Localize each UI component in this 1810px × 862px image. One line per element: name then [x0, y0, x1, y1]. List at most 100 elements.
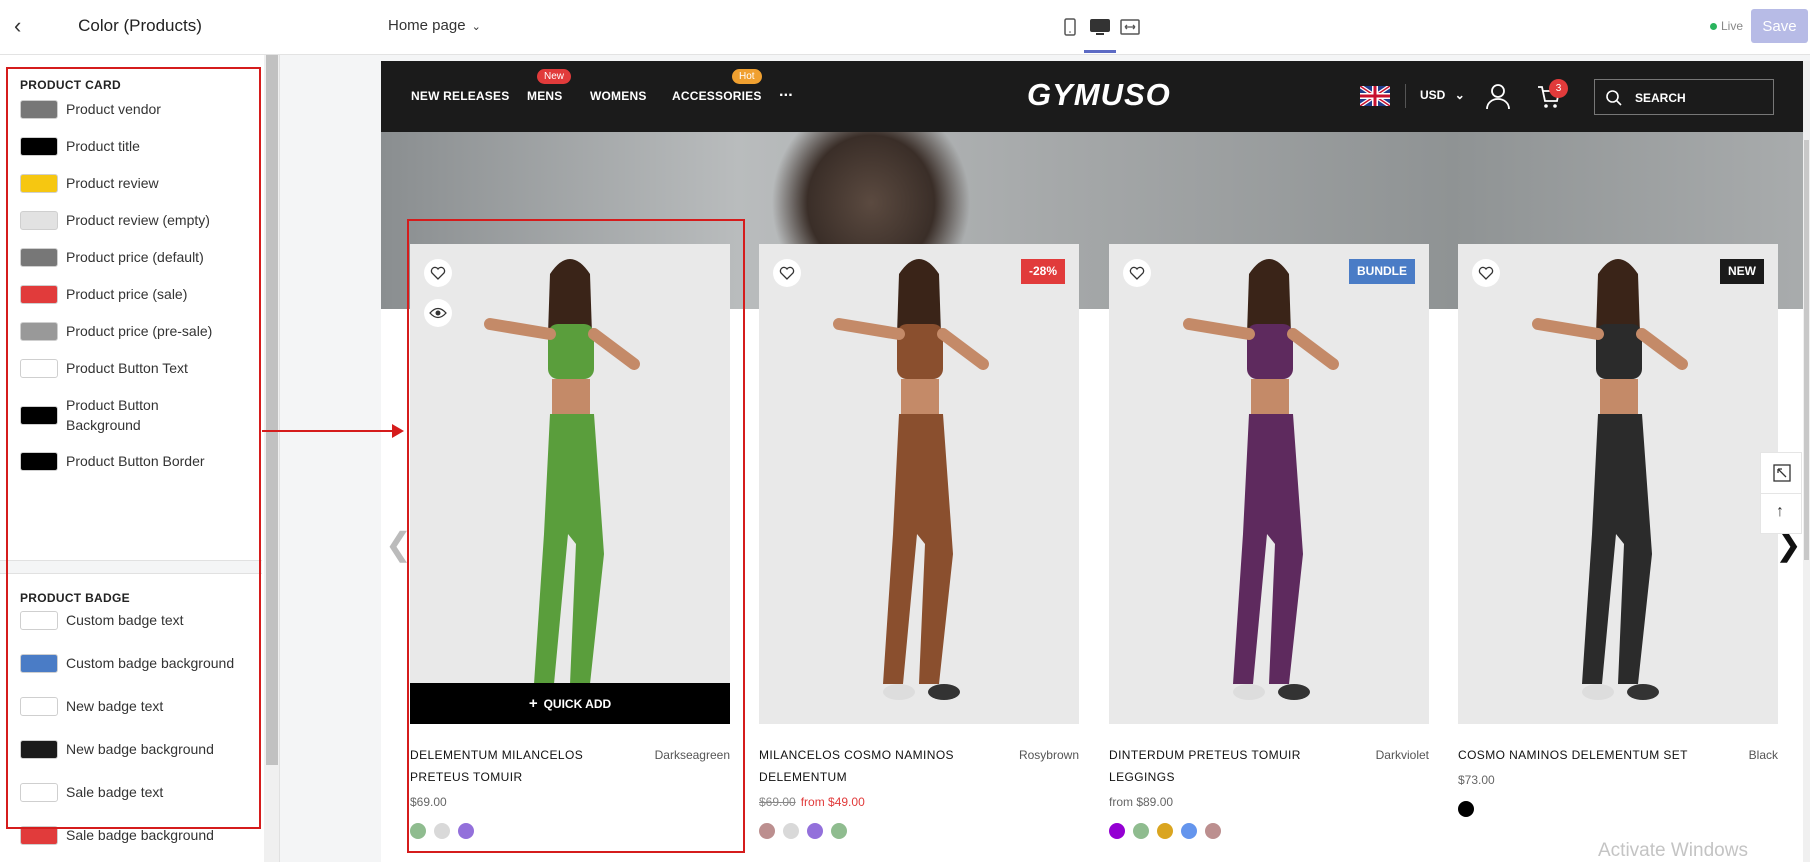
color-setting-label: Custom badge text	[66, 612, 184, 628]
variant-color-swatch[interactable]	[434, 823, 450, 839]
variant-color-swatch[interactable]	[458, 823, 474, 839]
search-field[interactable]: SEARCH	[1594, 79, 1774, 115]
color-setting-label: Product Button Border	[66, 453, 205, 469]
product-card[interactable]: + QUICK ADD DELEMENTUM MILANCELOS PRETEUS …	[410, 244, 730, 844]
color-setting-label: Product price (sale)	[66, 286, 188, 302]
wishlist-heart-icon[interactable]	[424, 259, 452, 287]
fullwidth-view-icon[interactable]	[1118, 15, 1142, 39]
variant-color-swatch[interactable]	[807, 823, 823, 839]
color-setting-row[interactable]: Sale badge text	[20, 782, 163, 802]
color-swatch[interactable]	[20, 739, 58, 759]
desktop-view-icon[interactable]	[1088, 15, 1112, 39]
color-setting-row[interactable]: Product Button Border	[20, 451, 205, 471]
product-card[interactable]: NEW COSMO NAMINOS DELEMENTUM SET Black $73.…	[1458, 244, 1778, 844]
variant-color-swatch[interactable]	[1133, 823, 1149, 839]
live-dot-icon	[1710, 23, 1717, 31]
color-setting-row[interactable]: Product price (default)	[20, 247, 204, 267]
variant-color-swatch[interactable]	[783, 823, 799, 839]
color-setting-row[interactable]: Sale badge background	[20, 825, 214, 845]
color-swatch[interactable]	[20, 358, 58, 378]
variant-color-swatch[interactable]	[1157, 823, 1173, 839]
color-swatch[interactable]	[20, 173, 58, 193]
nav-new-releases[interactable]: NEW RELEASES	[411, 89, 509, 103]
color-swatch[interactable]	[20, 284, 58, 304]
nav-new-badge: New	[537, 69, 572, 84]
color-swatch-list	[1458, 801, 1474, 817]
color-swatch[interactable]	[20, 451, 58, 471]
color-setting-row[interactable]: Product price (sale)	[20, 284, 187, 304]
variant-color-swatch[interactable]	[759, 823, 775, 839]
store-logo[interactable]: GYMUSO	[1027, 77, 1171, 113]
product-card[interactable]: -28% MILANCELOS COSMO NAMINOS DELEMENTUM R…	[759, 244, 1079, 844]
quick-add-button[interactable]: + QUICK ADD	[410, 683, 730, 724]
preview-scrollbar-thumb[interactable]	[1804, 140, 1809, 560]
variant-color-swatch[interactable]	[410, 823, 426, 839]
color-setting-row[interactable]: Product Button Text	[20, 358, 188, 378]
color-swatch[interactable]	[20, 136, 58, 156]
product-vendor[interactable]: Darkseagreen	[655, 744, 730, 766]
color-swatch[interactable]	[20, 99, 58, 119]
wishlist-heart-icon[interactable]	[1123, 259, 1151, 287]
product-vendor[interactable]: Rosybrown	[1019, 744, 1079, 766]
product-image[interactable]: BUNDLE	[1109, 244, 1429, 724]
product-title[interactable]: COSMO NAMINOS DELEMENTUM SET	[1458, 744, 1688, 766]
search-label: SEARCH	[1635, 91, 1686, 105]
color-swatch[interactable]	[20, 696, 58, 716]
slider-prev-arrow-icon[interactable]: ❮	[385, 525, 412, 563]
color-setting-row[interactable]: Product title	[20, 136, 140, 156]
product-title[interactable]: DINTERDUM PRETEUS TOMUIR LEGGINGS	[1109, 744, 1339, 788]
product-title[interactable]: MILANCELOS COSMO NAMINOS DELEMENTUM	[759, 744, 989, 788]
product-vendor[interactable]: Black	[1749, 744, 1778, 766]
color-setting-row[interactable]: Product vendor	[20, 99, 161, 119]
color-setting-row[interactable]: Custom badge text	[20, 610, 184, 630]
color-swatch[interactable]	[20, 782, 58, 802]
color-swatch[interactable]	[20, 247, 58, 267]
color-swatch[interactable]	[20, 321, 58, 341]
product-image[interactable]: + QUICK ADD	[410, 244, 730, 724]
nav-accessories[interactable]: ACCESSORIES	[672, 89, 762, 103]
color-setting-label: Product review	[66, 175, 159, 191]
color-swatch[interactable]	[20, 210, 58, 230]
uk-flag-icon[interactable]	[1358, 84, 1392, 111]
variant-color-swatch[interactable]	[1181, 823, 1197, 839]
color-swatch[interactable]	[20, 405, 58, 425]
sidebar-scrollbar-thumb[interactable]	[266, 55, 278, 765]
nav-more[interactable]: ...	[779, 83, 793, 101]
color-swatch[interactable]	[20, 610, 58, 630]
quick-view-eye-icon[interactable]	[424, 299, 452, 327]
wishlist-heart-icon[interactable]	[773, 259, 801, 287]
product-price: from $89.00	[1109, 795, 1174, 809]
page-select-dropdown[interactable]: Home page ⌄	[388, 17, 481, 34]
account-icon[interactable]	[1485, 82, 1511, 115]
color-setting-label: New badge text	[66, 698, 164, 714]
color-setting-row[interactable]: Product Button Background	[20, 395, 196, 435]
nav-mens[interactable]: MENS	[527, 89, 562, 103]
product-vendor[interactable]: Darkviolet	[1376, 744, 1429, 766]
color-setting-row[interactable]: Custom badge background	[20, 653, 234, 673]
color-setting-row[interactable]: New badge text	[20, 696, 163, 716]
color-setting-row[interactable]: New badge background	[20, 739, 214, 759]
product-badge: -28%	[1020, 259, 1065, 284]
color-swatch[interactable]	[20, 825, 58, 845]
product-title[interactable]: DELEMENTUM MILANCELOS PRETEUS TOMUIR	[410, 744, 640, 788]
compare-icon[interactable]	[1772, 463, 1792, 488]
nav-womens[interactable]: WOMENS	[590, 89, 647, 103]
save-button[interactable]: Save	[1751, 9, 1808, 43]
variant-color-swatch[interactable]	[1109, 823, 1125, 839]
mobile-view-icon[interactable]	[1058, 15, 1082, 39]
color-setting-row[interactable]: Product price (pre-sale)	[20, 321, 212, 341]
variant-color-swatch[interactable]	[1205, 823, 1221, 839]
variant-color-swatch[interactable]	[1458, 801, 1474, 817]
settings-sidebar: PRODUCT CARD Product vendor Product title…	[0, 55, 280, 862]
color-swatch-list	[759, 823, 847, 839]
currency-selector[interactable]: USD ⌄	[1420, 88, 1465, 102]
variant-color-swatch[interactable]	[831, 823, 847, 839]
product-image[interactable]: NEW	[1458, 244, 1778, 724]
product-image[interactable]: -28%	[759, 244, 1079, 724]
wishlist-heart-icon[interactable]	[1472, 259, 1500, 287]
back-to-top-icon[interactable]: ↑	[1776, 503, 1784, 521]
product-card[interactable]: BUNDLE DINTERDUM PRETEUS TOMUIR LEGGINGS D…	[1109, 244, 1429, 844]
color-setting-row[interactable]: Product review (empty)	[20, 210, 210, 230]
color-swatch[interactable]	[20, 653, 58, 673]
color-setting-row[interactable]: Product review	[20, 173, 159, 193]
